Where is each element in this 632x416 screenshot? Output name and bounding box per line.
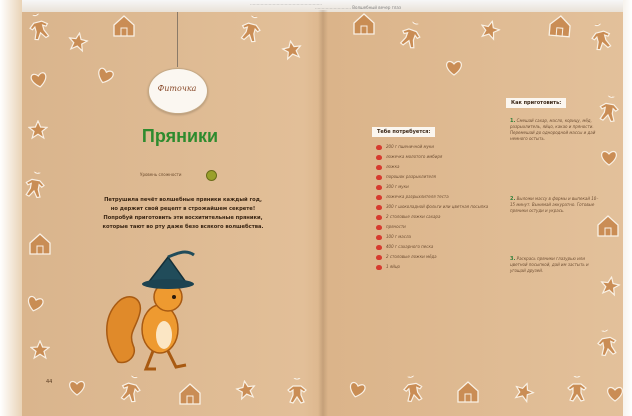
intro-line: которые тают во рту даже безо всякого во… xyxy=(102,224,264,230)
label-thread xyxy=(177,12,178,67)
gingerbread-house-icon xyxy=(178,382,202,406)
star-cookie-icon xyxy=(30,340,50,360)
gingerbread-house-icon xyxy=(456,380,480,404)
gingerbread-man-icon xyxy=(286,378,308,404)
intro-line: Попробуй приготовить эти восхитительные … xyxy=(103,215,263,221)
star-cookie-icon xyxy=(478,18,502,42)
heart-cookie-icon xyxy=(606,386,624,402)
gingerbread-man-icon xyxy=(587,21,615,53)
ingredient-item: 300 г шоколадной фольги или цветная посы… xyxy=(376,204,496,210)
step-3: 3. Раскрась пряники глазурью или цветной… xyxy=(510,256,602,274)
squirrel-witch-illustration xyxy=(98,247,218,377)
heart-cookie-icon xyxy=(24,294,46,314)
step-text: Выложи массу в формы и выпекай 10–15 мин… xyxy=(510,196,599,213)
ingredient-item: ложка xyxy=(376,164,496,170)
gingerbread-man-icon xyxy=(117,373,145,405)
gingerbread-house-icon xyxy=(547,13,573,39)
book-spread: ……………………………………………… ……………………… Волшебный в… xyxy=(0,0,632,416)
gingerbread-man-icon xyxy=(566,376,588,402)
intro-line: Петрушила печёт волшебные пряники каждый… xyxy=(104,197,262,203)
ingredient-item: 200 г пшеничной муки xyxy=(376,144,496,150)
gingerbread-man-icon xyxy=(25,11,53,43)
ingredient-item: 400 г сахарного песка xyxy=(376,244,496,250)
heart-cookie-icon xyxy=(29,71,50,90)
gingerbread-man-icon xyxy=(400,374,426,403)
difficulty-level-icon xyxy=(206,170,217,181)
ingredient-item: ложечка молотого имбиря xyxy=(376,154,496,160)
header-strip: ……………………………………………… ……………………… Волшебный в… xyxy=(0,0,632,12)
heart-cookie-icon xyxy=(94,65,116,86)
header-line-1: ……………………………………………… xyxy=(250,1,322,6)
method-heading: Как приготовить: xyxy=(506,98,567,108)
heart-cookie-icon xyxy=(346,380,368,400)
ingredient-item: 2 столовые ложки сахара xyxy=(376,214,496,220)
ingredient-item: 300 г муки xyxy=(376,184,496,190)
ingredient-item: 1 яйцо xyxy=(376,264,496,270)
ingredient-item: 2 столовые ложки мёда xyxy=(376,254,496,260)
gingerbread-house-icon xyxy=(112,14,136,38)
star-cookie-icon xyxy=(598,274,621,297)
heart-cookie-icon xyxy=(445,60,463,76)
gingerbread-man-icon xyxy=(594,328,620,357)
heart-cookie-icon xyxy=(600,150,618,166)
gingerbread-man-icon xyxy=(396,19,426,51)
gingerbread-man-icon xyxy=(22,170,48,199)
ingredients-list: 200 г пшеничной муки ложечка молотого им… xyxy=(376,144,496,274)
star-cookie-icon xyxy=(280,38,303,61)
page-number: 44 xyxy=(46,379,53,385)
gingerbread-man-icon xyxy=(237,13,265,45)
page-edge-left xyxy=(0,0,22,416)
intro-line: но держит свой рецепт в строжайшем секре… xyxy=(110,206,256,212)
difficulty-label: Уровень сложности xyxy=(140,172,182,177)
gingerbread-house-icon xyxy=(28,232,52,256)
recipe-title: Пряники xyxy=(141,126,219,146)
ingredient-item: 100 г масла xyxy=(376,234,496,240)
star-cookie-icon xyxy=(28,120,48,140)
book-gutter xyxy=(318,10,328,416)
step-2: 2. Выложи массу в формы и выпекай 10–15 … xyxy=(510,196,602,214)
ingredient-item: порошок разрыхлителя xyxy=(376,174,496,180)
ingredient-item: пряности xyxy=(376,224,496,230)
gingerbread-house-icon xyxy=(352,12,376,36)
heart-cookie-icon xyxy=(68,380,86,396)
gingerbread-house-icon xyxy=(596,214,620,238)
ingredient-item: ложечка разрыхлителя теста xyxy=(376,194,496,200)
recipe-intro: Петрушила печёт волшебные пряники каждый… xyxy=(88,196,278,232)
step-text: Раскрась пряники глазурью или цветной по… xyxy=(510,256,589,273)
step-1: 1. Смешай сахар, масло, корицу, мёд, раз… xyxy=(510,118,602,142)
page-edge-right xyxy=(623,0,632,416)
ingredients-heading: Тебе потребуется: xyxy=(372,127,436,137)
star-cookie-icon xyxy=(66,30,89,53)
hanging-label-text: Фиточка xyxy=(157,84,197,93)
star-cookie-icon xyxy=(234,378,257,401)
star-cookie-icon xyxy=(511,379,537,405)
step-text: Смешай сахар, масло, корицу, мёд, разрых… xyxy=(510,118,596,141)
